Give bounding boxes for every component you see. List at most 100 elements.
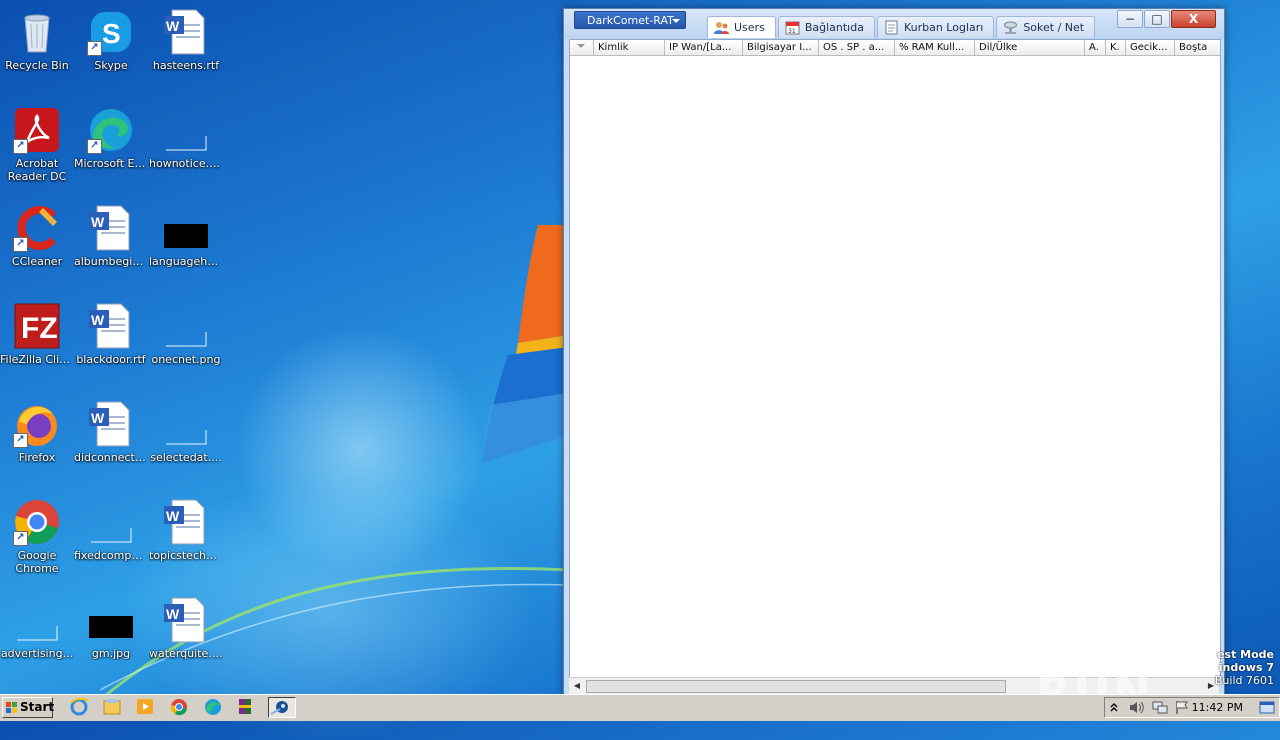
- word-document-icon: W: [87, 400, 135, 448]
- column-kimlik[interactable]: Kimlik: [594, 40, 665, 55]
- desktop-icon-gm-jpg[interactable]: gm.jpg: [74, 592, 148, 684]
- desktop-icon-advertising[interactable]: advertising...: [0, 592, 74, 684]
- desktop-icon-fixedcompa[interactable]: fixedcompa...: [74, 494, 148, 586]
- desktop-icon-label: hasteens.rtf: [152, 59, 220, 72]
- desktop-icon-didconnecti[interactable]: W didconnecti...: [74, 396, 148, 488]
- desktop-icon-label: fixedcompa...: [74, 549, 148, 562]
- tab-kurban-loglari[interactable]: Kurban Logları: [876, 16, 995, 38]
- file-icon: [162, 400, 210, 448]
- tab-users[interactable]: Users: [707, 16, 776, 38]
- desktop-icon-label: Google Chrome: [15, 549, 59, 575]
- column-bilgisayar[interactable]: Bilgisayar I...: [743, 40, 819, 55]
- clock[interactable]: 11:42 PM: [1192, 698, 1243, 717]
- word-document-icon: W: [87, 302, 135, 350]
- image-file-icon: [87, 596, 135, 644]
- taskbar-ie[interactable]: [68, 697, 92, 718]
- network-status-icon[interactable]: [1151, 700, 1169, 715]
- svg-text:FZ: FZ: [21, 312, 58, 345]
- svg-text:W: W: [166, 18, 180, 34]
- chevron-down-icon: [672, 19, 680, 23]
- column-sort-toggle[interactable]: [570, 40, 594, 55]
- desktop-icon-filezilla[interactable]: FZ FileZilla Client: [0, 298, 74, 390]
- column-a[interactable]: A.: [1085, 40, 1106, 55]
- start-button[interactable]: Start: [2, 697, 55, 718]
- test-mode-line-2: indows 7: [1218, 661, 1274, 674]
- show-hidden-icons-icon[interactable]: [1109, 701, 1119, 713]
- minimize-button[interactable]: −: [1117, 10, 1143, 28]
- desktop-icon-recycle-bin[interactable]: Recycle Bin: [0, 4, 74, 96]
- window-titlebar[interactable]: DarkComet-RAT Users 31 Bağlantıda Kurban…: [564, 9, 1224, 39]
- desktop-icon-waterquite[interactable]: W waterquite.rtf: [149, 592, 223, 684]
- desktop-icon-selectedat[interactable]: selectedat....: [149, 396, 223, 488]
- tab-label: Users: [734, 21, 765, 34]
- column-k[interactable]: K.: [1106, 40, 1126, 55]
- column-bosta[interactable]: Boşta: [1175, 40, 1218, 55]
- users-list[interactable]: Kimlik IP Wan/[La... Bilgisayar I... OS …: [569, 39, 1221, 681]
- taskbar-darkcomet[interactable]: [268, 697, 296, 718]
- svg-text:31: 31: [788, 28, 796, 35]
- scrollbar-thumb[interactable]: [586, 680, 1006, 693]
- taskbar-explorer[interactable]: [101, 697, 125, 718]
- taskbar-media-player[interactable]: [134, 697, 158, 718]
- document-icon: [885, 20, 898, 35]
- column-header-row: Kimlik IP Wan/[La... Bilgisayar I... OS …: [570, 40, 1220, 56]
- desktop-icon-label: FileZilla Client: [0, 353, 74, 366]
- svg-text:W: W: [91, 410, 105, 426]
- column-ram[interactable]: % RAM Kull...: [895, 40, 975, 55]
- desktop-icon-firefox[interactable]: ↗ Firefox: [0, 396, 74, 488]
- desktop-icon-label: blackdoor.rtf: [76, 353, 146, 366]
- edge-icon: [205, 699, 221, 715]
- desktop-icon-label: Microsoft Edge: [74, 157, 148, 170]
- start-label: Start: [20, 700, 55, 714]
- test-mode-notice: est Mode indows 7 Build 7601: [1215, 648, 1274, 687]
- scroll-left-icon[interactable]: ◀: [569, 678, 585, 694]
- desktop-icon-languagehe[interactable]: languagehe...: [149, 200, 223, 292]
- word-document-icon: W: [162, 8, 210, 56]
- column-dil-ulke[interactable]: Dil/Ülke: [975, 40, 1085, 55]
- tab-soket-net[interactable]: Soket / Net: [996, 16, 1096, 38]
- column-gecikme[interactable]: Gecik...: [1126, 40, 1175, 55]
- tab-baglantida[interactable]: 31 Bağlantıda: [777, 16, 875, 38]
- app-menu-button[interactable]: DarkComet-RAT: [574, 11, 686, 29]
- word-document-icon: W: [162, 596, 210, 644]
- desktop-icon-skype[interactable]: S ↗ Skype: [74, 4, 148, 96]
- taskbar-winrar[interactable]: [235, 697, 259, 718]
- desktop-icon-albumbegin[interactable]: W albumbegin...: [74, 200, 148, 292]
- desktop-icon-label: didconnecti...: [74, 451, 148, 464]
- desktop-icon-acrobat[interactable]: ↗ Acrobat Reader DC: [0, 102, 74, 194]
- close-button[interactable]: X: [1171, 10, 1216, 28]
- maximize-icon: □: [1151, 12, 1163, 26]
- shortcut-arrow-icon: ↗: [87, 139, 102, 154]
- taskbar-edge[interactable]: [202, 697, 226, 718]
- desktop-icon-label: waterquite.rtf: [149, 647, 223, 660]
- folder-icon: [103, 699, 121, 715]
- image-file-icon: [13, 596, 61, 644]
- test-mode-line-3: Build 7601: [1214, 674, 1274, 687]
- desktop-icon-label: onecnet.png: [151, 353, 221, 366]
- desktop-icon-onecnet[interactable]: onecnet.png: [149, 298, 223, 390]
- desktop-icon-chrome[interactable]: ↗ Google Chrome: [0, 494, 74, 586]
- filezilla-icon: FZ: [13, 302, 61, 350]
- file-icon: [87, 498, 135, 546]
- volume-icon[interactable]: [1128, 700, 1146, 715]
- desktop-icon-hasteens[interactable]: W hasteens.rtf: [149, 4, 223, 96]
- desktop-icon-edge[interactable]: ↗ Microsoft Edge: [74, 102, 148, 194]
- desktop-icon-label: languagehe...: [149, 255, 223, 268]
- column-os-sp[interactable]: OS . SP . a...: [819, 40, 895, 55]
- column-ip-wan[interactable]: IP Wan/[La...: [665, 40, 743, 55]
- tab-bar: Users 31 Bağlantıda Kurban Logları Soket…: [707, 16, 1097, 38]
- action-center-flag-icon[interactable]: [1174, 700, 1190, 715]
- show-desktop-icon[interactable]: [1259, 701, 1275, 714]
- desktop-icon-hownotice[interactable]: hownotice.png: [149, 102, 223, 194]
- taskbar-chrome[interactable]: [168, 697, 192, 718]
- desktop-icon-ccleaner[interactable]: ↗ CCleaner: [0, 200, 74, 292]
- desktop-icon-blackdoor[interactable]: W blackdoor.rtf: [74, 298, 148, 390]
- svg-text:W: W: [166, 606, 180, 622]
- maximize-button[interactable]: □: [1144, 10, 1170, 28]
- desktop-icon-topicstechn[interactable]: W topicstechn...: [149, 494, 223, 586]
- desktop-icon-label: advertising...: [0, 647, 74, 660]
- windows-flag-icon: [6, 702, 17, 713]
- tab-label: Soket / Net: [1023, 21, 1085, 34]
- desktop-icon-label: Acrobat Reader DC: [7, 157, 67, 183]
- app-menu-label: DarkComet-RAT: [587, 14, 674, 27]
